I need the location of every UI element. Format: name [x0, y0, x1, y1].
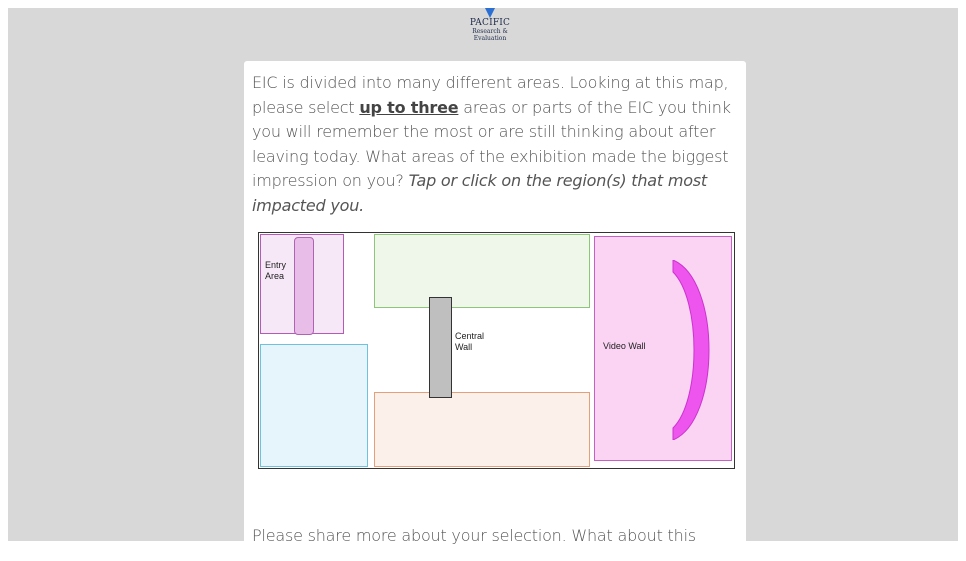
page-background: PACIFIC Research & Evaluation EIC is div… [8, 8, 958, 561]
exhibit-map: Entry Area Central Wall Video Wall [258, 232, 735, 469]
video-wall-label: Video Wall [603, 341, 646, 351]
entry-door-shape [294, 237, 314, 335]
video-wall-arc [672, 260, 710, 440]
central-wall-label-line2: Wall [455, 342, 473, 352]
entry-area-label: Entry Area [265, 260, 286, 282]
region-central-wall[interactable] [429, 297, 452, 398]
logo-subtitle-line1: Research & [472, 28, 508, 35]
central-wall-label-line1: Central [455, 331, 485, 341]
region-orange-area[interactable] [374, 392, 590, 467]
region-blue-area[interactable] [260, 344, 368, 467]
logo-subtitle-line2: Evaluation [473, 35, 507, 42]
question-emphasis: up to three [359, 97, 459, 117]
survey-card: EIC is divided into many different areas… [244, 61, 746, 561]
followup-question-text: Please share more about your selection. … [252, 526, 696, 545]
entry-area-label-line1: Entry [265, 260, 287, 270]
region-video-wall[interactable]: Video Wall [594, 236, 732, 461]
question-text: EIC is divided into many different areas… [252, 71, 732, 218]
logo-name: PACIFIC [469, 18, 511, 28]
logo-subtitle: Research & Evaluation [460, 28, 520, 42]
central-wall-label: Central Wall [455, 331, 484, 353]
logo-mark-icon [485, 8, 495, 18]
pacific-logo: PACIFIC Research & Evaluation [460, 8, 520, 48]
region-entry-area[interactable]: Entry Area [260, 234, 344, 335]
region-green-area[interactable] [374, 234, 590, 308]
entry-area-label-line2: Area [265, 271, 285, 281]
